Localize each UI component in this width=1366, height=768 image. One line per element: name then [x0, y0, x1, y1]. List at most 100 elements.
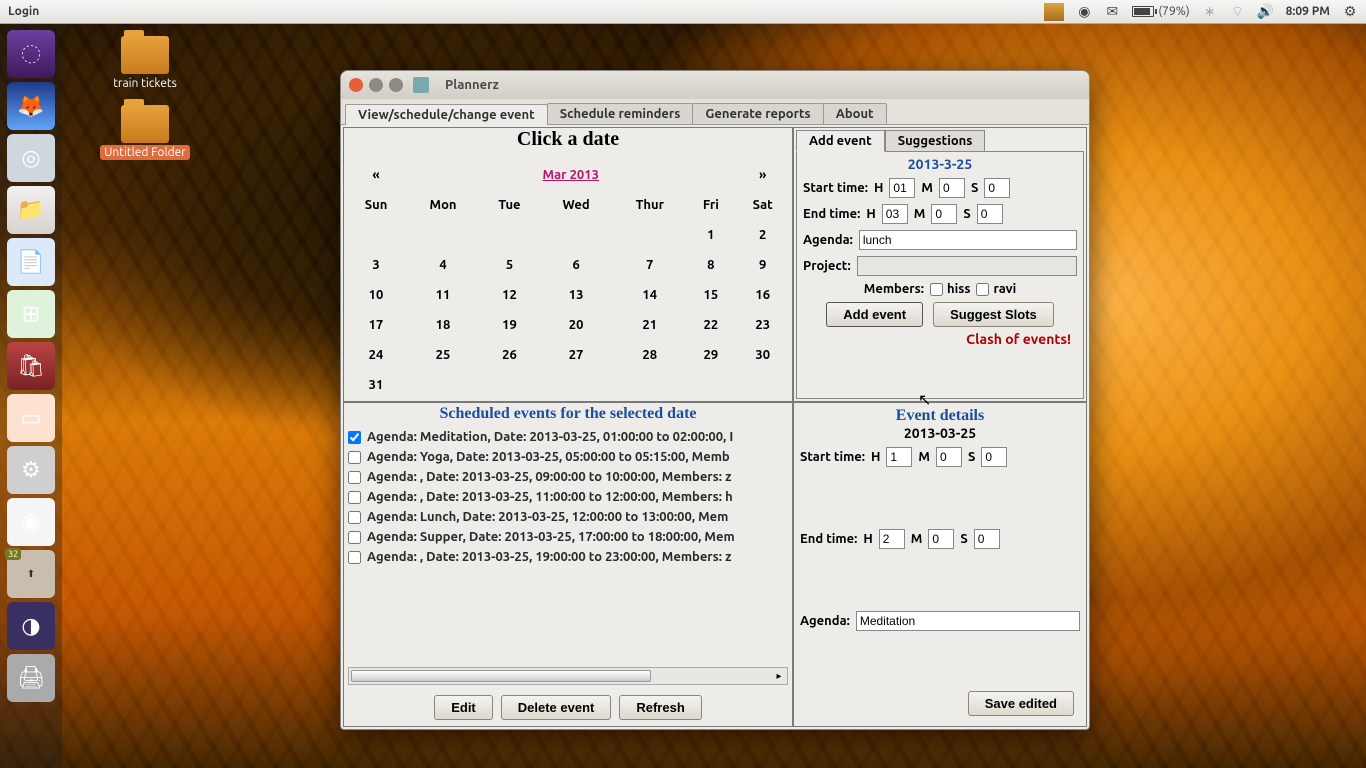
- calendar-date-cell[interactable]: 4: [408, 251, 478, 279]
- event-list-item[interactable]: Agenda: Yoga, Date: 2013-03-25, 05:00:00…: [348, 447, 788, 467]
- battery-indicator[interactable]: (79%): [1132, 5, 1189, 18]
- details-end-s[interactable]: [974, 529, 1000, 549]
- details-end-h[interactable]: [879, 529, 905, 549]
- save-edited-button[interactable]: Save edited: [968, 691, 1074, 716]
- calendar-date-cell[interactable]: 29: [688, 341, 733, 369]
- refresh-button[interactable]: Refresh: [619, 695, 701, 720]
- files-icon[interactable]: 📁: [7, 186, 55, 234]
- login-menu[interactable]: Login: [0, 5, 47, 18]
- event-checkbox[interactable]: [348, 551, 361, 564]
- subtab-suggestions[interactable]: Suggestions: [885, 130, 986, 152]
- calendar-date-cell[interactable]: 16: [735, 281, 790, 309]
- subtab-add-event[interactable]: Add event: [796, 130, 885, 152]
- dash-home-icon[interactable]: ◌: [7, 30, 55, 78]
- delete-event-button[interactable]: Delete event: [501, 695, 612, 720]
- maximize-icon[interactable]: [389, 78, 403, 92]
- add-end-m[interactable]: [931, 204, 957, 224]
- event-list-item[interactable]: Agenda: Meditation, Date: 2013-03-25, 01…: [348, 427, 788, 447]
- event-list-item[interactable]: Agenda: Lunch, Date: 2013-03-25, 12:00:0…: [348, 507, 788, 527]
- software-center-icon[interactable]: 🛍: [7, 342, 55, 390]
- details-start-h[interactable]: [886, 447, 912, 467]
- event-checkbox[interactable]: [348, 491, 361, 504]
- details-start-s[interactable]: [981, 447, 1007, 467]
- calendar-date-cell[interactable]: 20: [541, 311, 611, 339]
- volume-icon[interactable]: 🔊: [1258, 4, 1274, 20]
- event-list-item[interactable]: Agenda: , Date: 2013-03-25, 09:00:00 to …: [348, 467, 788, 487]
- add-event-button[interactable]: Add event: [826, 302, 923, 327]
- member-ravi-checkbox[interactable]: [976, 283, 989, 296]
- session-gear-icon[interactable]: [1342, 4, 1358, 20]
- calendar-date-cell[interactable]: 26: [480, 341, 539, 369]
- calendar-date-cell[interactable]: 17: [346, 311, 406, 339]
- calendar-date-cell[interactable]: 9: [735, 251, 790, 279]
- event-checkbox[interactable]: [348, 431, 361, 444]
- calendar-date-cell[interactable]: 1: [688, 221, 733, 249]
- calendar-date-cell[interactable]: 22: [688, 311, 733, 339]
- calendar-date-cell[interactable]: 12: [480, 281, 539, 309]
- calendar-date-cell[interactable]: 27: [541, 341, 611, 369]
- device-icon[interactable]: 🖨: [7, 654, 55, 702]
- app-indicator-icon[interactable]: [1044, 3, 1064, 21]
- network-icon[interactable]: ◉: [1076, 4, 1092, 20]
- tab-reminders[interactable]: Schedule reminders: [547, 103, 694, 124]
- calendar-date-cell[interactable]: 30: [735, 341, 790, 369]
- add-start-h[interactable]: [889, 178, 915, 198]
- calendar-date-cell[interactable]: 8: [688, 251, 733, 279]
- software-updater-icon[interactable]: 32⬆: [7, 550, 55, 598]
- calendar-date-cell[interactable]: 18: [408, 311, 478, 339]
- titlebar[interactable]: Plannerz: [341, 71, 1089, 99]
- member-hiss-checkbox[interactable]: [930, 283, 943, 296]
- tab-reports[interactable]: Generate reports: [692, 103, 823, 124]
- calendar-date-cell[interactable]: 24: [346, 341, 406, 369]
- details-start-m[interactable]: [936, 447, 962, 467]
- minimize-icon[interactable]: [369, 78, 383, 92]
- settings-icon[interactable]: ⚙: [7, 446, 55, 494]
- bluetooth-icon[interactable]: ∗: [1202, 4, 1218, 20]
- eclipse-icon[interactable]: ◑: [7, 602, 55, 650]
- impress-icon[interactable]: ▭: [7, 394, 55, 442]
- add-project-input[interactable]: [857, 256, 1077, 276]
- tab-about[interactable]: About: [823, 103, 887, 124]
- event-checkbox[interactable]: [348, 531, 361, 544]
- scroll-thumb[interactable]: [351, 670, 651, 682]
- calendar-month-label[interactable]: Mar 2013: [543, 168, 599, 182]
- event-list-item[interactable]: Agenda: Supper, Date: 2013-03-25, 17:00:…: [348, 527, 788, 547]
- add-start-m[interactable]: [939, 178, 965, 198]
- events-hscrollbar[interactable]: ◂ ▸: [348, 667, 788, 685]
- details-end-m[interactable]: [928, 529, 954, 549]
- event-checkbox[interactable]: [348, 451, 361, 464]
- mail-icon[interactable]: ✉: [1104, 4, 1120, 20]
- calendar-date-cell[interactable]: 11: [408, 281, 478, 309]
- add-end-s[interactable]: [977, 204, 1003, 224]
- calendar-date-cell[interactable]: 2: [735, 221, 790, 249]
- edit-button[interactable]: Edit: [434, 695, 493, 720]
- event-checkbox[interactable]: [348, 471, 361, 484]
- tab-view-schedule[interactable]: View/schedule/change event: [345, 104, 548, 125]
- add-start-s[interactable]: [984, 178, 1010, 198]
- clock[interactable]: 8:09 PM: [1286, 5, 1330, 18]
- wifi-icon[interactable]: ⌔: [1230, 4, 1246, 20]
- calendar-date-cell[interactable]: 10: [346, 281, 406, 309]
- suggest-slots-button[interactable]: Suggest Slots: [933, 302, 1054, 327]
- chromium-icon[interactable]: ◎: [7, 134, 55, 182]
- desktop-folder-untitled[interactable]: Untitled Folder: [80, 105, 210, 160]
- calendar-date-cell[interactable]: 5: [480, 251, 539, 279]
- scroll-right-icon[interactable]: ▸: [771, 668, 787, 684]
- calendar-date-cell[interactable]: 21: [613, 311, 686, 339]
- calc-icon[interactable]: ⊞: [7, 290, 55, 338]
- event-list-item[interactable]: Agenda: , Date: 2013-03-25, 19:00:00 to …: [348, 547, 788, 567]
- calendar-date-cell[interactable]: 7: [613, 251, 686, 279]
- add-end-h[interactable]: [882, 204, 908, 224]
- calendar-date-cell[interactable]: 14: [613, 281, 686, 309]
- calendar-date-cell[interactable]: 28: [613, 341, 686, 369]
- calendar-date-cell[interactable]: 23: [735, 311, 790, 339]
- calendar-date-cell[interactable]: 13: [541, 281, 611, 309]
- add-agenda-input[interactable]: [859, 230, 1077, 250]
- desktop-folder-train-tickets[interactable]: train tickets: [80, 36, 210, 91]
- event-checkbox[interactable]: [348, 511, 361, 524]
- firefox-icon[interactable]: 🦊: [7, 82, 55, 130]
- calendar-date-cell[interactable]: 15: [688, 281, 733, 309]
- calendar-prev[interactable]: «: [346, 161, 406, 189]
- calendar-next[interactable]: »: [735, 161, 790, 189]
- calendar-date-cell[interactable]: 19: [480, 311, 539, 339]
